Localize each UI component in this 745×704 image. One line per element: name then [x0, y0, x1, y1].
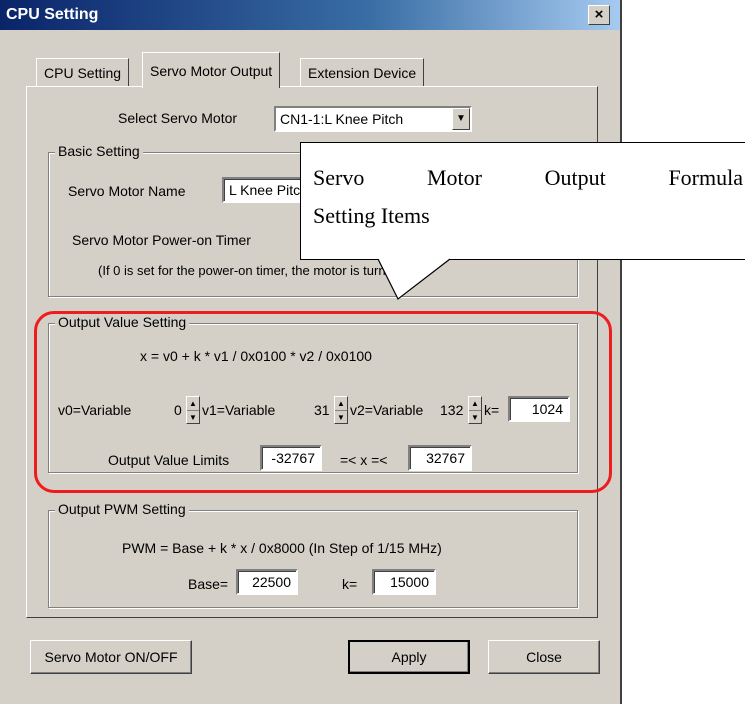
callout-line-1: Servo Motor Output Formula	[313, 165, 743, 190]
title-bar[interactable]: CPU Setting ×	[0, 0, 620, 30]
power-on-timer-label: Servo Motor Power-on Timer	[72, 232, 251, 248]
output-pwm-group: Output PWM Setting	[48, 501, 578, 608]
basic-setting-title: Basic Setting	[55, 143, 143, 159]
dropdown-arrow-icon[interactable]: ▼	[452, 108, 470, 130]
output-pwm-title: Output PWM Setting	[55, 501, 189, 517]
output-value-highlight	[34, 311, 612, 493]
tab-cpu-setting[interactable]: CPU Setting	[36, 58, 130, 86]
tab-extension-device[interactable]: Extension Device	[300, 58, 425, 86]
servo-on-off-button[interactable]: Servo Motor ON/OFF	[30, 640, 192, 674]
apply-button[interactable]: Apply	[348, 640, 470, 674]
callout-box: Servo Motor Output Formula Setting Items	[300, 142, 745, 260]
pwm-formula: PWM = Base + k * x / 0x8000 (In Step of …	[122, 540, 442, 556]
pwm-k-label: k=	[342, 576, 358, 592]
pwm-base-input[interactable]: 22500	[236, 569, 298, 595]
pwm-base-label: Base=	[188, 576, 229, 592]
select-servo-value: CN1-1:L Knee Pitch	[280, 111, 404, 127]
power-on-note: (If 0 is set for the power-on timer, the…	[98, 263, 423, 278]
select-servo-dropdown[interactable]: CN1-1:L Knee Pitch ▼	[274, 106, 472, 132]
servo-name-label: Servo Motor Name	[68, 183, 186, 199]
callout-text: Servo Motor Output Formula Setting Items	[313, 159, 743, 235]
select-servo-label: Select Servo Motor	[118, 110, 238, 126]
pwm-k-input[interactable]: 15000	[372, 569, 436, 595]
close-window-button[interactable]: ×	[588, 5, 610, 25]
callout-line-2: Setting Items	[313, 203, 430, 228]
close-button[interactable]: Close	[488, 640, 600, 674]
window-title: CPU Setting	[6, 6, 99, 23]
tab-servo-motor-output[interactable]: Servo Motor Output	[142, 52, 281, 88]
